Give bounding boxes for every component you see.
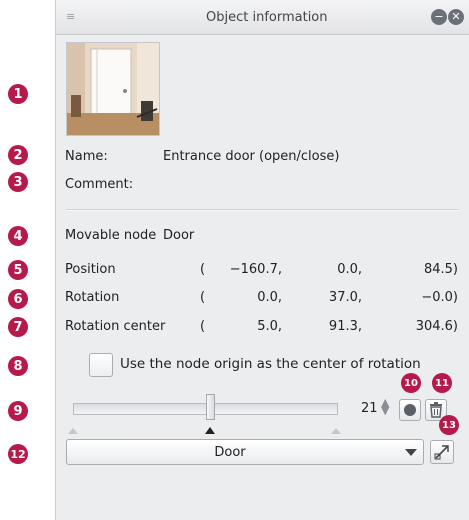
node-origin-checkbox[interactable] bbox=[89, 353, 113, 377]
rotation-center-open-paren: ( bbox=[200, 319, 206, 334]
callout-badge-3: 3 bbox=[8, 172, 28, 192]
rotation-center-x: 5.0, bbox=[257, 319, 282, 334]
trash-icon bbox=[430, 402, 442, 418]
timeline-slider-thumb[interactable] bbox=[206, 394, 215, 420]
callout-badge-10: 10 bbox=[401, 373, 421, 393]
callout-badge-6: 6 bbox=[8, 289, 28, 309]
callout-badge-7: 7 bbox=[8, 317, 28, 337]
rotation-center-label: Rotation center bbox=[65, 319, 166, 334]
callout-badge-11: 11 bbox=[432, 373, 452, 393]
value-spinner-icon[interactable]: ▲ ▼ bbox=[381, 397, 389, 416]
rotation-open-paren: ( bbox=[200, 290, 206, 305]
slider-value[interactable]: 21 bbox=[361, 401, 378, 416]
node-dropdown[interactable]: Door bbox=[66, 439, 424, 465]
object-information-panel: ≡ Object information − ✕ Name: Entrance … bbox=[55, 0, 469, 520]
rotation-z: −0.0) bbox=[421, 290, 458, 305]
rotation-x: 0.0, bbox=[257, 290, 282, 305]
position-z: 84.5) bbox=[423, 262, 458, 277]
node-dropdown-value: Door bbox=[214, 445, 246, 460]
section-divider bbox=[66, 209, 459, 211]
position-label: Position bbox=[65, 262, 116, 277]
minimize-icon[interactable]: − bbox=[431, 9, 447, 25]
slider-current-marker bbox=[205, 427, 215, 434]
callout-badge-9: 9 bbox=[8, 401, 28, 421]
movable-node-label: Movable node bbox=[65, 228, 157, 243]
rotation-y: 37.0, bbox=[328, 290, 362, 305]
panel-menu-icon[interactable]: ≡ bbox=[66, 11, 78, 23]
panel-title: Object information bbox=[206, 10, 328, 25]
comment-label: Comment: bbox=[65, 177, 134, 192]
callout-badge-12: 12 bbox=[8, 444, 28, 464]
callout-badge-2: 2 bbox=[8, 145, 28, 165]
callout-badge-13: 13 bbox=[439, 415, 459, 435]
callout-badge-5: 5 bbox=[8, 260, 28, 280]
node-select-icon bbox=[434, 445, 449, 460]
record-button[interactable] bbox=[399, 399, 421, 421]
rotation-center-y: 91.3, bbox=[328, 319, 362, 334]
name-value: Entrance door (open/close) bbox=[163, 149, 340, 164]
slider-start-marker bbox=[68, 428, 78, 434]
movable-node-value: Door bbox=[163, 228, 195, 243]
slider-end-marker bbox=[331, 428, 341, 434]
panel-titlebar: ≡ Object information − ✕ bbox=[56, 0, 469, 35]
callout-badge-4: 4 bbox=[8, 226, 28, 246]
record-dot-icon bbox=[404, 404, 416, 416]
chevron-down-icon bbox=[405, 449, 417, 456]
callout-badge-8: 8 bbox=[8, 356, 28, 376]
object-thumbnail bbox=[66, 42, 160, 136]
thumbnail-image bbox=[67, 43, 159, 135]
position-x: −160.7, bbox=[229, 262, 282, 277]
position-y: 0.0, bbox=[337, 262, 362, 277]
position-open-paren: ( bbox=[200, 262, 206, 277]
rotation-center-z: 304.6) bbox=[415, 319, 458, 334]
name-label: Name: bbox=[65, 149, 108, 164]
close-icon[interactable]: ✕ bbox=[448, 9, 464, 25]
rotation-label: Rotation bbox=[65, 290, 120, 305]
node-select-button[interactable] bbox=[430, 440, 454, 464]
node-origin-checkbox-label: Use the node origin as the center of rot… bbox=[120, 356, 421, 372]
callout-badge-1: 1 bbox=[8, 84, 28, 104]
